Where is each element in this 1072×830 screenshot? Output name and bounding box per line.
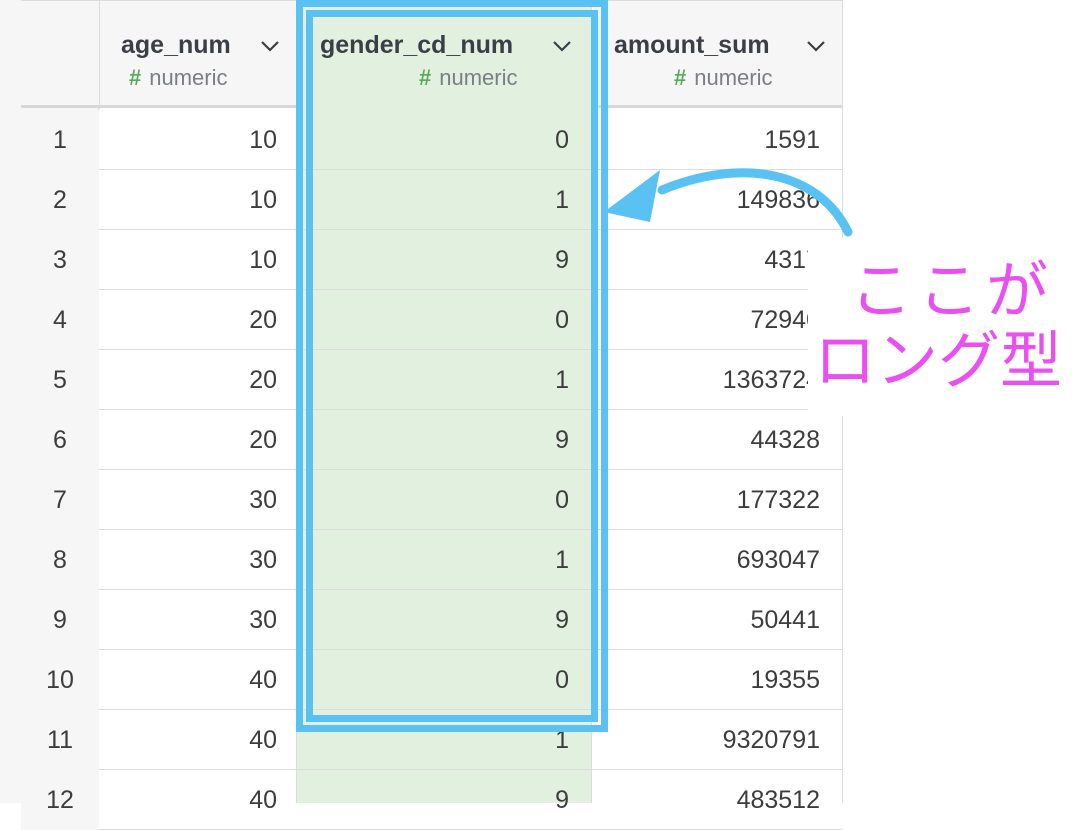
column-type: # numeric: [419, 65, 518, 90]
left-gutter: [0, 0, 22, 803]
chevron-down-icon[interactable]: [806, 39, 826, 53]
cell-age-num[interactable]: 40: [99, 650, 297, 710]
grid-header: age_num # numeric gender_cd_num # numeric …: [21, 0, 843, 109]
cell-gender-cd-num[interactable]: 9: [297, 590, 591, 650]
numeric-icon: #: [129, 65, 142, 90]
cell-gender-cd-num[interactable]: 9: [297, 230, 591, 290]
row-index: 10: [21, 650, 99, 710]
cell-age-num[interactable]: 20: [99, 410, 297, 470]
cell-amount-sum[interactable]: 1363724: [592, 350, 842, 410]
row-index: 2: [21, 170, 99, 230]
table-row[interactable]: 12 40 9 483512: [21, 770, 843, 830]
cell-age-num[interactable]: 10: [99, 110, 297, 170]
cell-gender-cd-num[interactable]: 1: [297, 710, 591, 770]
column-header-gender-cd-num[interactable]: gender_cd_num # numeric: [297, 1, 591, 109]
callout-text-line2: ロング型: [814, 324, 1063, 397]
cell-amount-sum[interactable]: 177322: [592, 470, 842, 530]
cell-amount-sum[interactable]: 72940: [592, 290, 842, 350]
data-grid: age_num # numeric gender_cd_num # numeric …: [21, 0, 843, 830]
numeric-icon: #: [674, 65, 687, 90]
cell-gender-cd-num[interactable]: 0: [297, 290, 591, 350]
cell-gender-cd-num[interactable]: 0: [297, 650, 591, 710]
column-name: gender_cd_num: [320, 31, 514, 59]
table-row[interactable]: 11 40 1 9320791: [21, 710, 843, 770]
column-header-amount-sum[interactable]: amount_sum # numeric: [591, 1, 843, 109]
table-row[interactable]: 9 30 9 50441: [21, 590, 843, 650]
cell-amount-sum[interactable]: 693047: [592, 530, 842, 590]
cell-gender-cd-num[interactable]: 9: [297, 410, 591, 470]
column-name: amount_sum: [614, 31, 770, 59]
table-row[interactable]: 8 30 1 693047: [21, 530, 843, 590]
cell-gender-cd-num[interactable]: 1: [297, 350, 591, 410]
column-type: # numeric: [129, 65, 228, 90]
cell-amount-sum[interactable]: 19355: [592, 650, 842, 710]
table-row[interactable]: 5 20 1 1363724: [21, 350, 843, 410]
column-header-age-num[interactable]: age_num # numeric: [99, 1, 297, 109]
cell-age-num[interactable]: 30: [99, 530, 297, 590]
cell-amount-sum[interactable]: 483512: [592, 770, 842, 830]
cell-gender-cd-num[interactable]: 1: [297, 530, 591, 590]
column-type: # numeric: [674, 65, 773, 90]
cell-amount-sum[interactable]: 50441: [592, 590, 842, 650]
cell-age-num[interactable]: 40: [99, 770, 297, 830]
row-index: 4: [21, 290, 99, 350]
cell-age-num[interactable]: 20: [99, 350, 297, 410]
table-row[interactable]: 4 20 0 72940: [21, 290, 843, 350]
row-index: 1: [21, 110, 99, 170]
cell-age-num[interactable]: 10: [99, 230, 297, 290]
row-index: 3: [21, 230, 99, 290]
chevron-down-icon[interactable]: [260, 39, 280, 53]
cell-gender-cd-num[interactable]: 0: [297, 470, 591, 530]
row-index: 9: [21, 590, 99, 650]
table-row[interactable]: 10 40 0 19355: [21, 650, 843, 710]
row-index: 11: [21, 710, 99, 770]
cell-age-num[interactable]: 30: [99, 470, 297, 530]
index-header-cell: [21, 1, 99, 109]
cell-amount-sum[interactable]: 44328: [592, 410, 842, 470]
cell-gender-cd-num[interactable]: 0: [297, 110, 591, 170]
row-index: 5: [21, 350, 99, 410]
row-index: 7: [21, 470, 99, 530]
chevron-down-icon[interactable]: [552, 39, 572, 53]
row-index: 6: [21, 410, 99, 470]
row-index: 8: [21, 530, 99, 590]
table-row[interactable]: 6 20 9 44328: [21, 410, 843, 470]
cell-amount-sum[interactable]: 9320791: [592, 710, 842, 770]
column-name: age_num: [121, 31, 231, 59]
cell-age-num[interactable]: 10: [99, 170, 297, 230]
table-row[interactable]: 7 30 0 177322: [21, 470, 843, 530]
cell-gender-cd-num[interactable]: 9: [297, 770, 591, 830]
cell-age-num[interactable]: 20: [99, 290, 297, 350]
cell-age-num[interactable]: 40: [99, 710, 297, 770]
numeric-icon: #: [419, 65, 432, 90]
row-index: 12: [21, 770, 99, 830]
cell-gender-cd-num[interactable]: 1: [297, 170, 591, 230]
cell-age-num[interactable]: 30: [99, 590, 297, 650]
